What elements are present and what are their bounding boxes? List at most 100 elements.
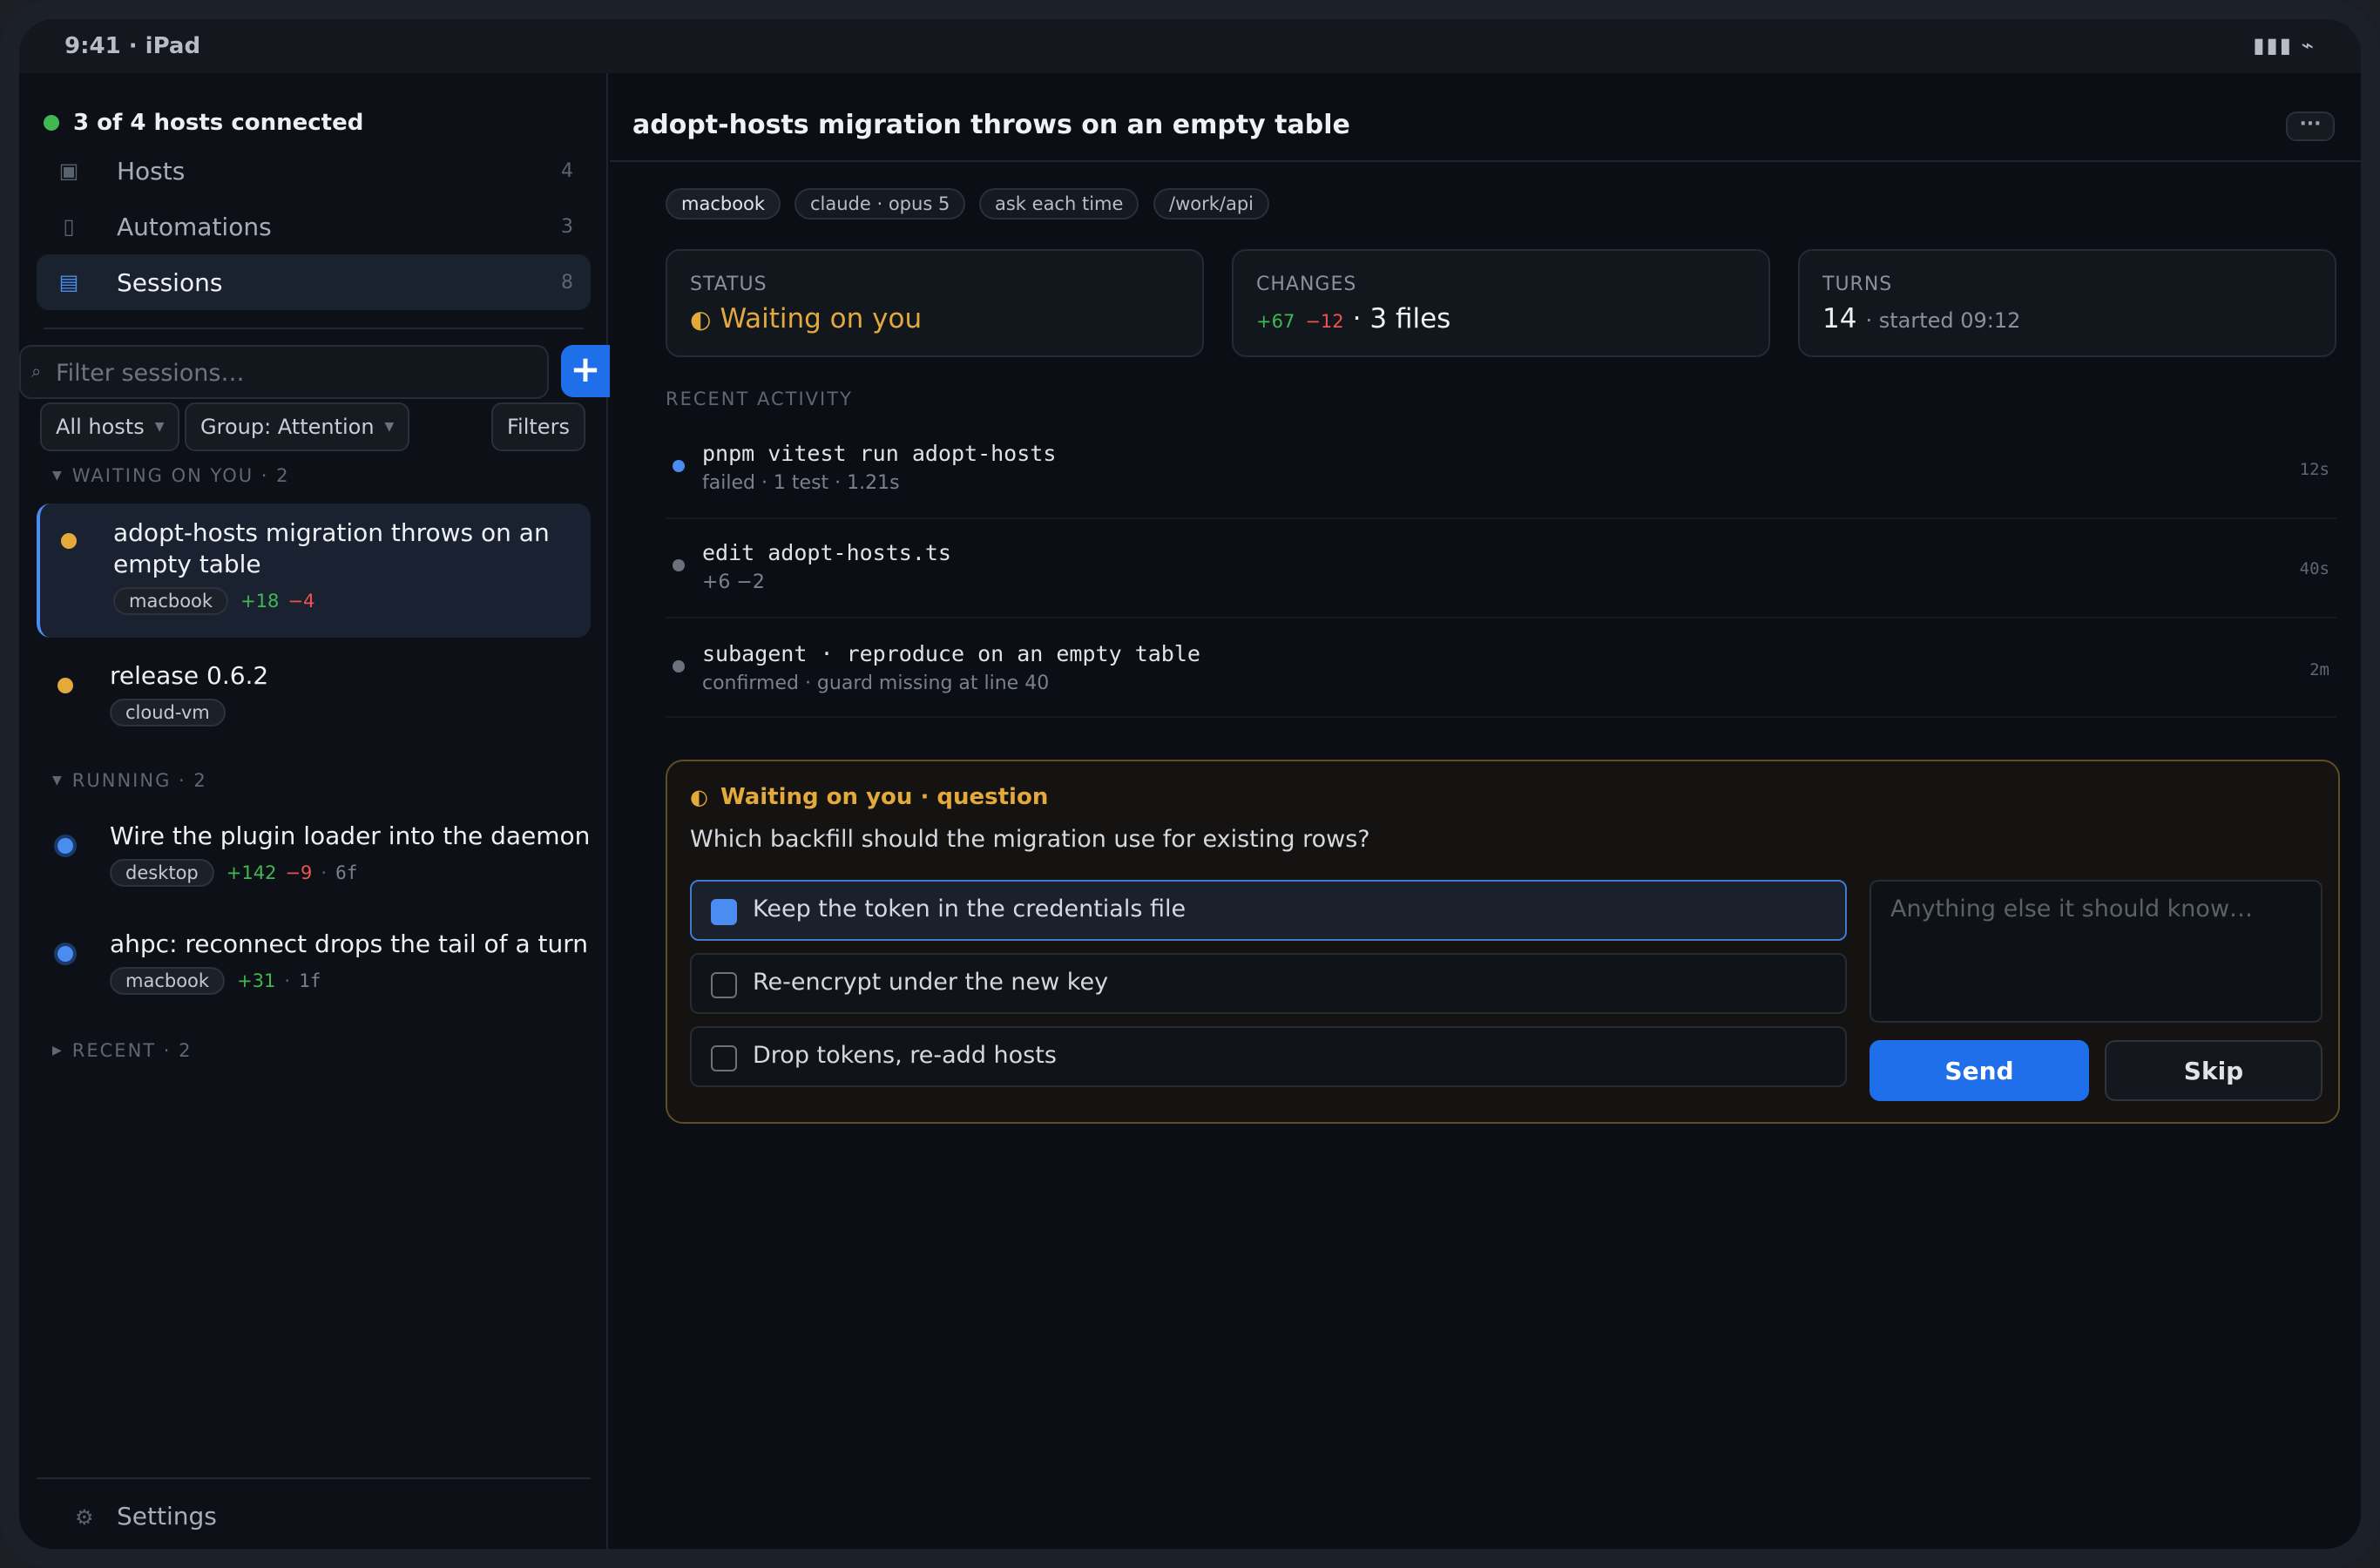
host-tag: macbook <box>110 967 226 995</box>
lines-added: +142 <box>226 862 277 883</box>
option-label: Re-encrypt under the new key <box>753 969 1109 996</box>
filters-button[interactable]: Filters <box>491 402 585 451</box>
activity-title: pnpm vitest run adopt-hosts <box>702 441 1057 466</box>
sidebar-item-count: 8 <box>561 271 573 294</box>
filter-sessions-input[interactable] <box>56 355 544 390</box>
settings-label: Settings <box>117 1502 217 1531</box>
status-card: STATUS ◐ Waiting on you <box>666 249 1204 357</box>
sidebar-item-label: Automations <box>117 212 272 241</box>
lines-removed: −9 <box>285 862 313 883</box>
recent-activity-label: RECENT ACTIVITY <box>666 389 853 409</box>
settings-item[interactable]: ⚙ Settings <box>37 1477 591 1547</box>
session-item-release[interactable]: release 0.6.2 cloud-vm <box>37 648 591 735</box>
host-tag: macbook <box>113 587 229 615</box>
session-filter: ⌕ <box>19 345 549 399</box>
lines-added: +18 <box>240 591 280 612</box>
activity-title: subagent · reproduce on an empty table <box>702 641 1200 666</box>
hosts-filter-dropdown[interactable]: All hosts ▼ <box>40 402 180 451</box>
group-dropdown[interactable]: Group: Attention ▼ <box>185 402 410 451</box>
activity-status-dot-icon <box>673 559 685 571</box>
activity-subtitle: +6 −2 <box>702 571 765 593</box>
chevron-down-icon: ▼ <box>154 420 165 434</box>
option-re-encrypt[interactable]: Re-encrypt under the new key <box>690 953 1847 1014</box>
session-meta: macbook +18 −4 <box>113 587 323 615</box>
hosts-filter-label: All hosts <box>56 415 145 439</box>
question-header: ◐ Waiting on you · question <box>690 784 1048 810</box>
send-button[interactable]: Send <box>1870 1040 2089 1101</box>
files-changed: 6f <box>335 862 358 883</box>
option-drop-tokens[interactable]: Drop tokens, re-add hosts <box>690 1026 1847 1087</box>
session-title: Wire the plugin loader into the daemon <box>110 821 591 850</box>
status-card-label: STATUS <box>690 274 767 295</box>
waiting-status-dot-icon <box>57 678 73 693</box>
session-meta: macbook +31 · 1f <box>110 967 321 995</box>
checkbox[interactable] <box>711 1045 737 1071</box>
extra-notes-input[interactable] <box>1870 880 2323 1023</box>
checkbox[interactable] <box>711 972 737 998</box>
changes-card-label: CHANGES <box>1256 274 1357 295</box>
host-chip: macbook <box>666 188 781 220</box>
session-item-plugin-loader[interactable]: Wire the plugin loader into the daemon d… <box>37 810 591 897</box>
option-keep-token[interactable]: Keep the token in the credentials file <box>690 880 1847 941</box>
turns-card-value: 14 · started 09:12 <box>1822 303 2020 335</box>
search-icon: ⌕ <box>31 361 42 382</box>
half-circle-icon: ◐ <box>690 305 712 334</box>
running-status-dot-icon <box>57 838 73 854</box>
changes-card: CHANGES +67 −12 · 3 files <box>1232 249 1770 357</box>
connection-status: 3 of 4 hosts connected <box>44 110 363 136</box>
more-options-button[interactable]: ··· <box>2286 112 2335 141</box>
running-status-dot-icon <box>57 946 73 962</box>
sidebar-item-label: Sessions <box>117 267 223 297</box>
activity-item[interactable]: pnpm vitest run adopt-hosts failed · 1 t… <box>666 420 2336 519</box>
status-bar: 9:41 · iPad ▮▮▮ ⌁ <box>19 19 2361 73</box>
header-divider <box>610 160 2361 162</box>
lines-removed: −4 <box>287 591 315 612</box>
battery-wifi-icon: ▮▮▮ ⌁ <box>2253 33 2316 57</box>
session-item-adopt-hosts[interactable]: adopt-hosts migration throws on an empty… <box>37 504 591 638</box>
connection-label: 3 of 4 hosts connected <box>73 110 364 136</box>
group-header-running[interactable]: ▼ RUNNING · 2 <box>52 770 207 791</box>
skip-button[interactable]: Skip <box>2105 1040 2323 1101</box>
sidebar-item-hosts[interactable]: ▣ Hosts 4 <box>37 143 591 199</box>
workdir-chip: /work/api <box>1153 188 1270 220</box>
option-label: Drop tokens, re-add hosts <box>753 1042 1057 1069</box>
sidebar-item-label: Hosts <box>117 156 186 186</box>
session-meta: cloud-vm <box>110 699 238 727</box>
session-title: adopt-hosts migration throws on an empty… <box>113 518 550 578</box>
sidebar-item-count: 3 <box>561 215 573 238</box>
activity-item[interactable]: edit adopt-hosts.ts +6 −2 40s <box>666 519 2336 618</box>
host-tag: desktop <box>110 859 214 887</box>
activity-title: edit adopt-hosts.ts <box>702 540 951 565</box>
session-item-ahpc-reconnect[interactable]: ahpc: reconnect drops the tail of a turn… <box>37 918 591 1005</box>
turns-card-label: TURNS <box>1822 274 1893 295</box>
model-chip: claude · opus 5 <box>794 188 966 220</box>
group-header-label: RECENT · 2 <box>71 1040 193 1061</box>
page-title: adopt-hosts migration throws on an empty… <box>632 110 1350 140</box>
new-session-button[interactable]: + <box>561 345 610 397</box>
status-text: Waiting on you <box>720 303 923 335</box>
sidebar-item-automations[interactable]: ▯ Automations 3 <box>37 199 591 254</box>
device-frame: 9:41 · iPad ▮▮▮ ⌁ 3 of 4 hosts connected… <box>0 0 2380 1568</box>
status-card-value: ◐ Waiting on you <box>690 303 922 335</box>
screen: 9:41 · iPad ▮▮▮ ⌁ 3 of 4 hosts connected… <box>19 19 2361 1549</box>
activity-item[interactable]: subagent · reproduce on an empty table c… <box>666 618 2336 718</box>
question-panel: ◐ Waiting on you · question Which backfi… <box>666 760 2340 1124</box>
status-time: 9:41 · iPad <box>64 33 201 59</box>
session-meta: desktop +142 −9 · 6f <box>110 859 357 887</box>
lines-added: +67 <box>1256 311 1295 332</box>
gear-icon: ⚙ <box>75 1505 94 1530</box>
files-changed: · 3 files <box>1352 303 1451 335</box>
group-header-waiting[interactable]: ▼ WAITING ON YOU · 2 <box>52 465 290 486</box>
chevron-down-icon: ▼ <box>52 774 64 787</box>
group-header-recent[interactable]: ▶ RECENT · 2 <box>52 1040 193 1061</box>
checkbox-checked[interactable] <box>711 899 737 925</box>
activity-subtitle: failed · 1 test · 1.21s <box>702 472 900 494</box>
activity-time: 40s <box>2299 559 2329 578</box>
meta-separator: · <box>284 970 291 991</box>
chevron-right-icon: ▶ <box>52 1044 64 1058</box>
automation-icon: ▯ <box>63 214 75 239</box>
group-label: Group: Attention <box>200 415 375 439</box>
chevron-down-icon: ▼ <box>384 420 395 434</box>
sidebar-item-sessions[interactable]: ▤ Sessions 8 <box>37 254 591 310</box>
activity-time: 2m <box>2309 660 2329 679</box>
